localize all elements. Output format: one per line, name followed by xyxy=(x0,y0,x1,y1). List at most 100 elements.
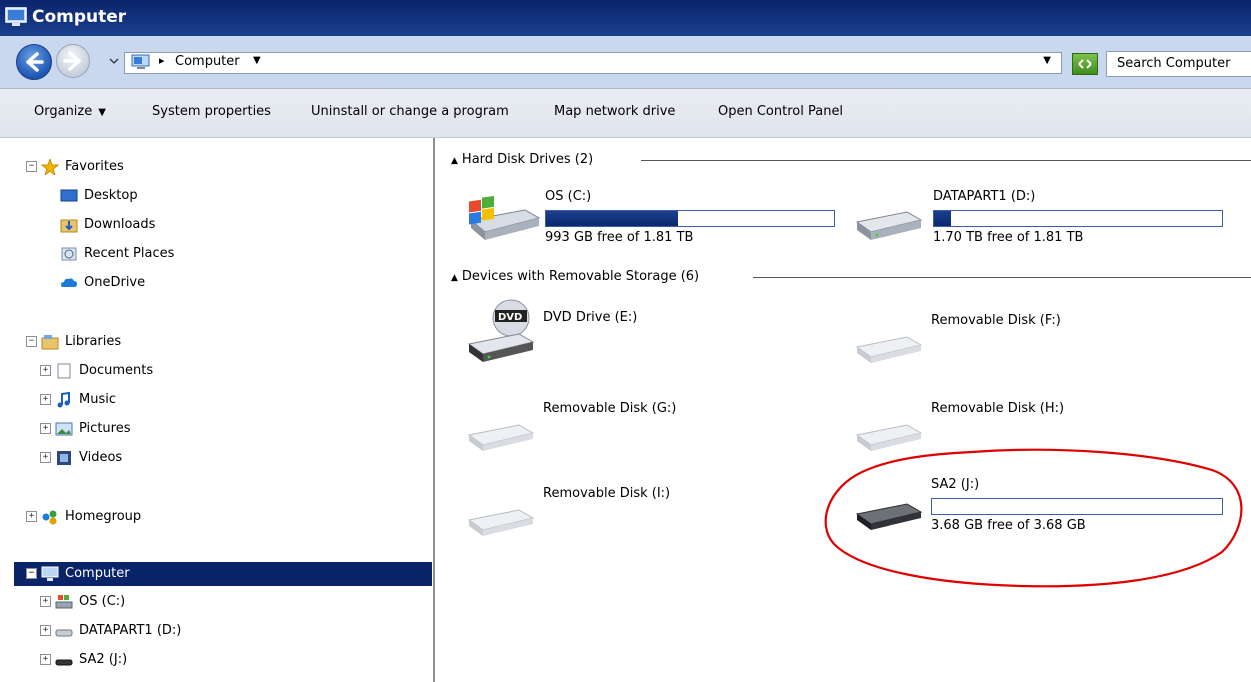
drive-e[interactable]: DVD DVD Drive (E:) xyxy=(465,298,845,368)
nav-label: Videos xyxy=(79,450,123,465)
collapse-caret-icon[interactable]: ▲ xyxy=(451,273,458,283)
drive-i[interactable]: Removable Disk (I:) xyxy=(465,486,845,546)
drive-usage-bar xyxy=(545,210,835,227)
search-box[interactable] xyxy=(1106,51,1251,77)
group-header-removable[interactable]: ▲ Devices with Removable Storage (6) xyxy=(451,268,1251,286)
nav-recent-places[interactable]: Recent Places xyxy=(60,242,174,266)
nav-label: Documents xyxy=(79,363,154,378)
collapse-icon[interactable]: − xyxy=(26,161,37,172)
drive-name: Removable Disk (I:) xyxy=(543,486,671,501)
breadcrumb-chevron-icon[interactable]: ▼ xyxy=(253,55,261,66)
drive-d[interactable]: DATAPART1 (D:) 1.70 TB free of 1.81 TB xyxy=(853,188,1233,248)
refresh-button[interactable] xyxy=(1072,53,1098,75)
nav-pictures[interactable]: + Pictures xyxy=(40,417,130,441)
nav-favorites[interactable]: − Favorites xyxy=(26,155,124,179)
drive-name: SA2 (J:) xyxy=(931,477,980,492)
document-icon xyxy=(57,363,71,378)
expand-icon[interactable]: + xyxy=(40,625,51,636)
computer-icon xyxy=(131,54,150,69)
window-title: Computer xyxy=(32,7,127,27)
nav-os-c[interactable]: + OS (C:) xyxy=(40,590,125,614)
group-header-hard-disks[interactable]: ▲ Hard Disk Drives (2) xyxy=(451,151,1251,169)
nav-label: OS (C:) xyxy=(79,594,126,609)
drive-j[interactable]: SA2 (J:) 3.68 GB free of 3.68 GB xyxy=(853,474,1233,538)
drive-name: DVD Drive (E:) xyxy=(543,310,638,325)
expand-icon[interactable]: + xyxy=(40,452,51,463)
drive-f[interactable]: Removable Disk (F:) xyxy=(853,313,1233,373)
computer-icon xyxy=(5,7,27,26)
organize-label: Organize xyxy=(34,104,93,119)
nav-homegroup[interactable]: + Homegroup xyxy=(26,505,141,529)
back-button[interactable] xyxy=(16,44,52,80)
removable-drive-icon xyxy=(855,424,923,451)
breadcrumb-separator-icon[interactable]: ▸ xyxy=(159,54,165,67)
nav-label: Desktop xyxy=(84,188,138,203)
nav-onedrive[interactable]: OneDrive xyxy=(60,271,145,295)
expand-icon[interactable]: + xyxy=(40,654,51,665)
collapse-caret-icon[interactable]: ▲ xyxy=(451,156,458,166)
nav-label: OneDrive xyxy=(84,275,146,290)
address-dropdown-icon[interactable]: ▼ xyxy=(1043,55,1051,66)
organize-button[interactable]: Organize ▼ xyxy=(34,104,106,119)
group-divider xyxy=(641,160,1251,161)
nav-label: Recent Places xyxy=(84,246,175,261)
downloads-folder-icon xyxy=(60,219,78,232)
nav-desktop[interactable]: Desktop xyxy=(60,184,138,208)
uninstall-program-button[interactable]: Uninstall or change a program xyxy=(311,104,509,119)
breadcrumb-computer[interactable]: Computer xyxy=(175,54,240,69)
history-dropdown-icon[interactable] xyxy=(109,56,119,66)
drive-h[interactable]: Removable Disk (H:) xyxy=(853,401,1233,461)
address-row: ▸ Computer ▼ ▼ xyxy=(0,36,1251,89)
nav-downloads[interactable]: Downloads xyxy=(60,213,155,237)
group-title: Devices with Removable Storage (6) xyxy=(461,269,700,284)
refresh-icon xyxy=(1078,59,1092,69)
title-bar: Computer xyxy=(0,0,1251,36)
drive-name: OS (C:) xyxy=(545,189,592,204)
homegroup-icon xyxy=(42,510,57,524)
expand-icon[interactable]: + xyxy=(40,423,51,434)
nav-libraries[interactable]: − Libraries xyxy=(26,330,121,354)
music-note-icon xyxy=(57,391,70,407)
expand-icon[interactable]: + xyxy=(40,365,51,376)
nav-datapart-d[interactable]: + DATAPART1 (D:) xyxy=(40,619,181,643)
nav-label: Music xyxy=(79,392,116,407)
forward-button[interactable] xyxy=(56,44,90,78)
libraries-icon xyxy=(41,334,59,349)
expand-icon[interactable]: + xyxy=(26,511,37,522)
nav-sa2-j[interactable]: + SA2 (J:) xyxy=(40,648,127,672)
command-bar: Organize ▼ System properties Uninstall or… xyxy=(0,89,1251,138)
drive-name: Removable Disk (H:) xyxy=(931,401,1065,416)
nav-label: Libraries xyxy=(65,334,122,349)
map-network-drive-button[interactable]: Map network drive xyxy=(554,104,675,119)
nav-videos[interactable]: + Videos xyxy=(40,446,122,470)
open-control-panel-button[interactable]: Open Control Panel xyxy=(718,104,843,119)
removable-drive-icon xyxy=(855,503,923,530)
svg-text:DVD: DVD xyxy=(498,312,522,323)
collapse-icon[interactable]: − xyxy=(26,336,37,347)
nav-music[interactable]: + Music xyxy=(40,388,116,412)
chevron-down-icon: ▼ xyxy=(98,107,106,118)
group-title: Hard Disk Drives (2) xyxy=(461,152,594,167)
search-input[interactable] xyxy=(1107,52,1251,74)
address-bar[interactable]: ▸ Computer ▼ ▼ xyxy=(124,52,1062,74)
system-properties-button[interactable]: System properties xyxy=(152,104,271,119)
drive-usage-fill xyxy=(546,211,679,226)
nav-computer[interactable]: − Computer xyxy=(14,562,432,586)
cloud-icon xyxy=(61,277,77,287)
pictures-icon xyxy=(55,422,73,435)
nav-label: DATAPART1 (D:) xyxy=(79,623,182,638)
arrow-right-icon xyxy=(63,51,81,71)
desktop-icon xyxy=(60,189,78,201)
expand-icon[interactable]: + xyxy=(40,596,51,607)
collapse-icon[interactable]: − xyxy=(26,568,37,579)
star-icon xyxy=(41,158,59,175)
expand-icon[interactable]: + xyxy=(40,394,51,405)
drive-name: Removable Disk (F:) xyxy=(931,313,1061,328)
drive-g[interactable]: Removable Disk (G:) xyxy=(465,401,845,461)
removable-drive-icon xyxy=(467,509,535,536)
drive-c[interactable]: OS (C:) 993 GB free of 1.81 TB xyxy=(465,188,845,248)
nav-documents[interactable]: + Documents xyxy=(40,359,153,383)
removable-drive-icon xyxy=(55,659,73,665)
drive-usage-bar xyxy=(933,210,1223,227)
drive-free-space: 3.68 GB free of 3.68 GB xyxy=(931,518,1086,533)
